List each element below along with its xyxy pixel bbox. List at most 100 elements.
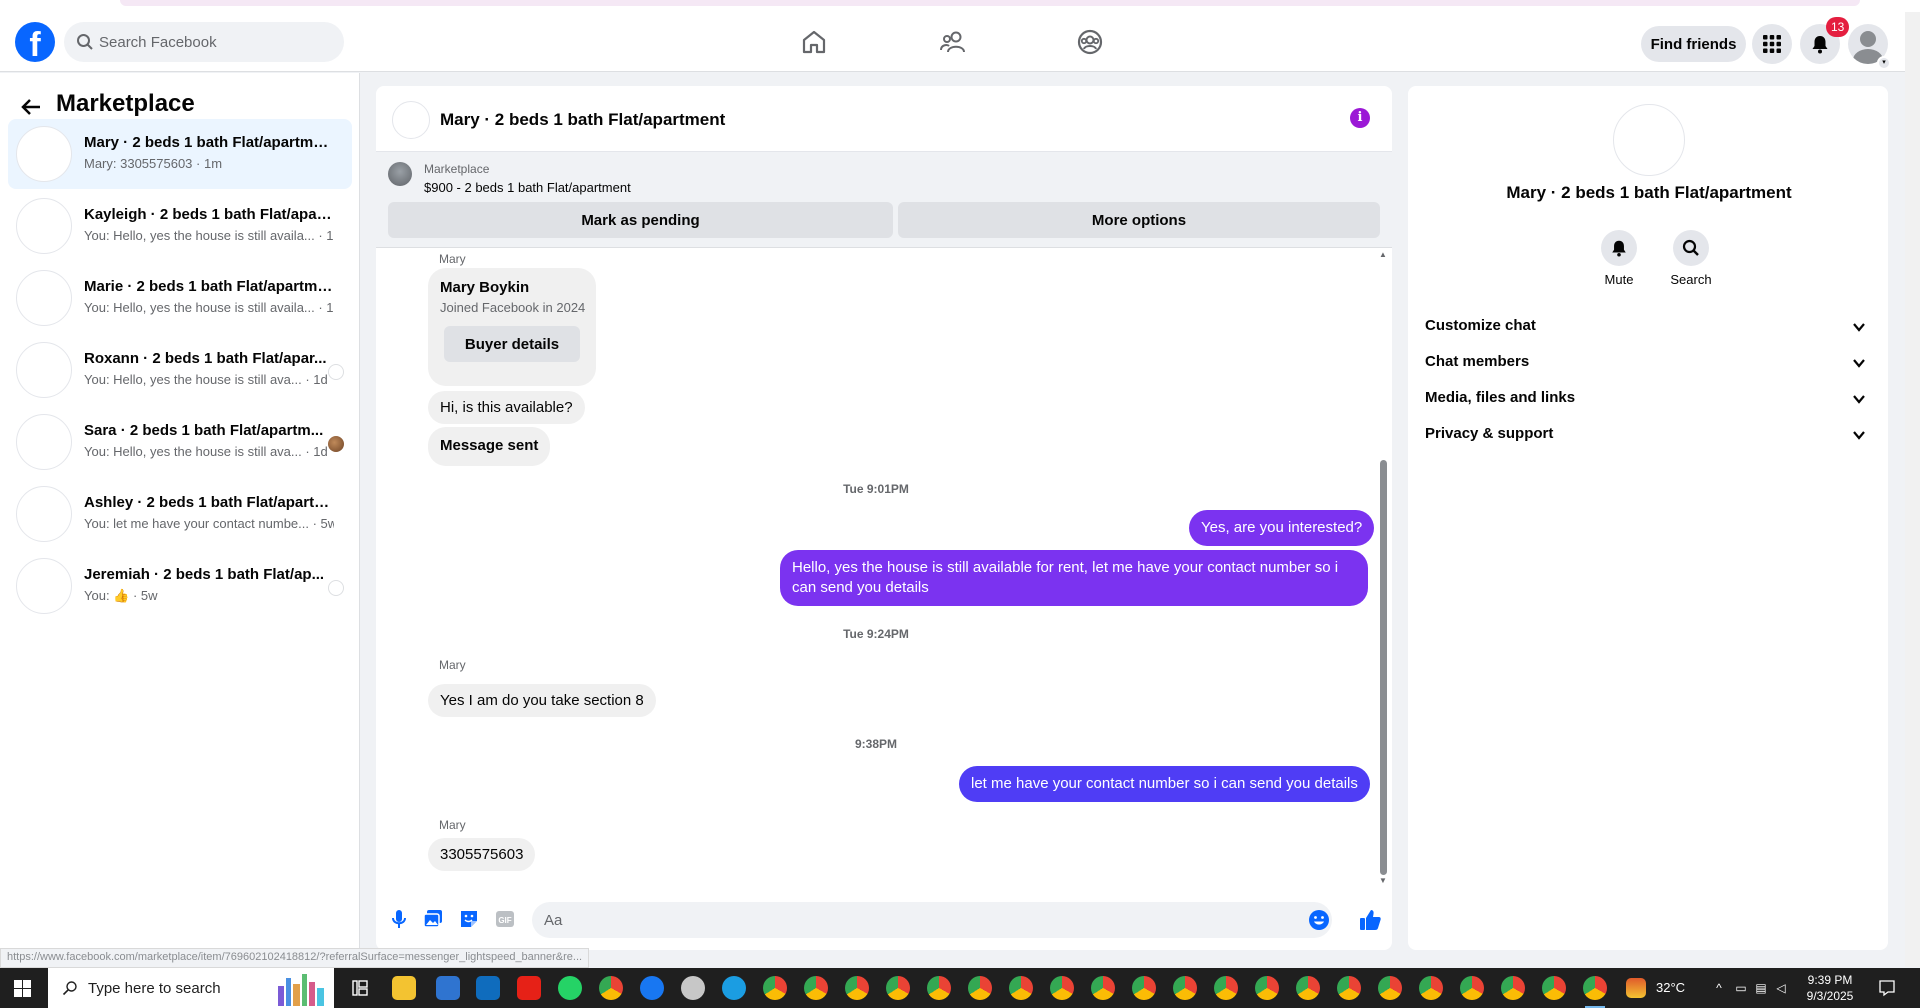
menu-button[interactable] [1752, 24, 1792, 64]
status-bar-url: https://www.facebook.com/marketplace/ite… [0, 948, 590, 968]
notification-center-icon[interactable] [1878, 979, 1896, 997]
listing-banner: Marketplace $900 - 2 beds 1 bath Flat/ap… [376, 152, 1392, 248]
back-arrow-icon[interactable] [20, 96, 42, 118]
facebook-app-icon[interactable] [640, 976, 664, 1000]
photo-icon[interactable] [422, 908, 444, 930]
chrome-profile-icon[interactable] [1132, 976, 1156, 1000]
conversation-item[interactable]: Mary · 2 beds 1 bath Flat/apartment Mary… [8, 119, 352, 189]
chat-members-row[interactable]: Chat members [1425, 344, 1875, 380]
conversation-item[interactable]: Marie · 2 beds 1 bath Flat/apartment You… [8, 263, 352, 333]
outlook-icon[interactable] [476, 976, 500, 1000]
meet-now-icon[interactable]: ▭ [1734, 981, 1748, 995]
conversation-item[interactable]: Jeremiah · 2 beds 1 bath Flat/ap... You:… [8, 551, 352, 621]
chrome-profile-icon[interactable] [886, 976, 910, 1000]
incoming-message: Message sent [428, 427, 551, 466]
chrome-profile-icon[interactable] [1050, 976, 1074, 1000]
media-files-links-row[interactable]: Media, files and links [1425, 380, 1875, 416]
message-timestamp: Tue 9:24PM [843, 627, 909, 641]
chrome-profile-icon-active[interactable] [1583, 976, 1607, 1008]
emoji-icon[interactable] [1308, 909, 1330, 931]
chrome-profile-icon[interactable] [1296, 976, 1320, 1000]
message-input[interactable] [544, 902, 1284, 938]
conversation-preview: You: let me have your contact numbe... ·… [84, 516, 334, 531]
message-list[interactable]: Mary Mary Boykin Joined Facebook in 2024… [376, 248, 1392, 888]
facebook-logo[interactable]: f [15, 22, 55, 62]
task-view-icon[interactable] [348, 976, 372, 1000]
edge-icon[interactable] [722, 976, 746, 1000]
temperature[interactable]: 32°C [1656, 980, 1685, 995]
chrome-profile-icon[interactable] [1214, 976, 1238, 1000]
privacy-support-row[interactable]: Privacy & support [1425, 416, 1875, 452]
chrome-profile-icon[interactable] [1378, 976, 1402, 1000]
chrome-profile-icon[interactable] [1337, 976, 1361, 1000]
buyer-details-button[interactable]: Buyer details [444, 326, 580, 362]
avatar [16, 270, 72, 326]
chrome-profile-icon[interactable] [804, 976, 828, 1000]
conversation-preview: Mary: 3305575603 · 1m [84, 156, 223, 171]
chrome-profile-icon[interactable] [1255, 976, 1279, 1000]
microsoft-store-icon[interactable] [436, 976, 460, 1000]
file-explorer-icon[interactable] [392, 976, 416, 1000]
gif-icon[interactable]: GIF [494, 908, 516, 930]
scroll-down-icon[interactable]: ▼ [1378, 876, 1388, 885]
system-clock[interactable]: 9:39 PM 9/3/2025 [1790, 972, 1870, 1004]
mute-button[interactable]: Mute [1589, 230, 1649, 287]
app-icon[interactable] [681, 976, 705, 1000]
avatar[interactable] [1613, 104, 1685, 176]
chrome-profile-icon[interactable] [1009, 976, 1033, 1000]
search-box[interactable] [64, 22, 344, 62]
chrome-profile-icon[interactable] [927, 976, 951, 1000]
conversation-item[interactable]: Kayleigh · 2 beds 1 bath Flat/apart... Y… [8, 191, 352, 261]
chrome-profile-icon[interactable] [845, 976, 869, 1000]
outgoing-message: let me have your contact number so i can… [959, 766, 1370, 802]
conversation-name: Mary · 2 beds 1 bath Flat/apartment [84, 134, 334, 151]
more-options-button[interactable]: More options [898, 202, 1380, 238]
chrome-profile-icon[interactable] [1542, 976, 1566, 1000]
whatsapp-icon[interactable] [558, 976, 582, 1000]
home-icon[interactable] [800, 28, 828, 56]
chrome-profile-icon[interactable] [763, 976, 787, 1000]
window-scrollbar[interactable] [1905, 12, 1920, 967]
scroll-thumb[interactable] [1380, 460, 1387, 875]
microphone-icon[interactable] [388, 908, 410, 930]
find-friends-button[interactable]: Find friends [1641, 26, 1746, 62]
chevron-up-icon[interactable]: ^ [1712, 981, 1726, 995]
friends-icon[interactable] [939, 28, 967, 56]
conversation-item[interactable]: Ashley · 2 beds 1 bath Flat/apartm... Yo… [8, 479, 352, 549]
windows-start-icon[interactable] [14, 980, 31, 997]
chrome-icon[interactable] [599, 976, 623, 1000]
listing-description[interactable]: $900 - 2 beds 1 bath Flat/apartment [424, 180, 631, 195]
chat-title[interactable]: Mary · 2 beds 1 bath Flat/apartment [440, 110, 725, 130]
chrome-profile-icon[interactable] [1501, 976, 1525, 1000]
chrome-profile-icon[interactable] [1091, 976, 1115, 1000]
chrome-profile-icon[interactable] [1173, 976, 1197, 1000]
listing-source: Marketplace [424, 162, 490, 176]
weather-icon[interactable] [1626, 978, 1646, 998]
chrome-profile-icon[interactable] [1419, 976, 1443, 1000]
youtube-icon[interactable] [517, 976, 541, 1000]
mark-as-pending-button[interactable]: Mark as pending [388, 202, 893, 238]
conversation-item[interactable]: Roxann · 2 beds 1 bath Flat/apar... You:… [8, 335, 352, 405]
sticker-icon[interactable] [458, 908, 480, 930]
message-input-box[interactable] [532, 902, 1332, 938]
scroll-up-icon[interactable]: ▲ [1378, 250, 1388, 259]
grid-menu-icon [1763, 35, 1781, 53]
chrome-profile-icon[interactable] [1460, 976, 1484, 1000]
taskbar-search[interactable]: Type here to search [48, 968, 334, 1008]
volume-muted-icon[interactable]: ◁ [1774, 981, 1788, 995]
info-icon[interactable]: i [1350, 108, 1370, 128]
message-scrollbar[interactable]: ▲ ▼ [1378, 250, 1388, 886]
chevron-down-icon [1853, 359, 1865, 368]
avatar[interactable] [392, 101, 430, 139]
chevron-down-icon[interactable]: ▾ [1877, 56, 1891, 70]
listing-thumbnail[interactable] [388, 162, 412, 186]
sidebar-title: Marketplace [56, 90, 195, 117]
conversation-item[interactable]: Sara · 2 beds 1 bath Flat/apartm... You:… [8, 407, 352, 477]
chrome-profile-icon[interactable] [968, 976, 992, 1000]
network-icon[interactable]: ▤ [1754, 981, 1768, 995]
search-input[interactable] [99, 22, 334, 62]
groups-icon[interactable] [1076, 28, 1104, 56]
thumbs-up-icon[interactable] [1358, 908, 1382, 932]
customize-chat-row[interactable]: Customize chat [1425, 308, 1875, 344]
search-in-chat-button[interactable]: Search [1661, 230, 1721, 287]
